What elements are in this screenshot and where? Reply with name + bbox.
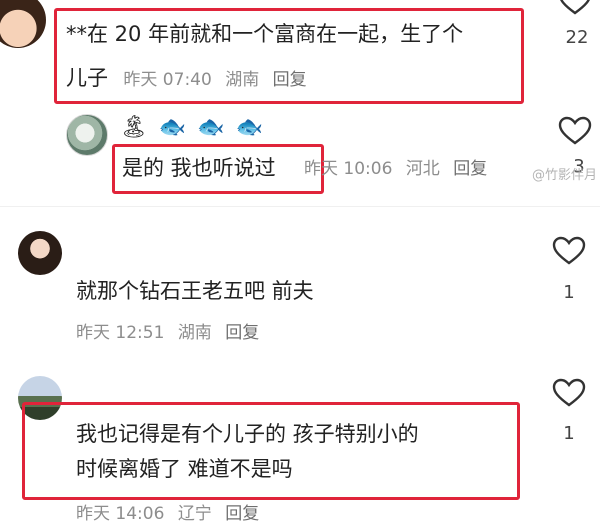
reply-button[interactable]: 回复 [453,159,487,179]
watermark: @竹影伴月 [532,168,598,183]
user-avatar[interactable] [18,231,62,275]
heart-icon[interactable] [552,236,586,266]
reply-button[interactable]: 回复 [225,504,259,524]
comment-text: 我也记得是有个儿子的 孩子特别小的 [76,422,419,446]
comment-location: 湖南 [177,323,212,343]
comment-time: 昨天 07:40 [123,70,212,90]
comment-meta: 昨天 14:06 辽宁 回复 [76,503,267,525]
reply-button[interactable]: 回复 [273,70,307,90]
like-count: 22 [565,27,589,48]
comment-location: 湖南 [225,70,260,90]
comment-time: 昨天 10:06 [304,159,393,179]
heart-icon[interactable] [552,378,586,408]
comment-location: 河北 [405,159,440,179]
comment-text: 是的 我也听说过 [122,156,276,180]
user-avatar[interactable] [0,0,46,48]
emoji-row: 🏝 🐟 🐟 🐟 [120,115,266,140]
like-count: 1 [563,282,575,303]
heart-icon[interactable] [558,116,592,146]
comment-meta: 昨天 12:51 湖南 回复 [76,322,267,344]
comment-text-continued: 儿子 [66,66,108,90]
comment-time: 昨天 14:06 [76,504,165,524]
comment-text-continued: 时候离婚了 难道不是吗 [76,457,293,481]
user-avatar[interactable] [66,114,108,156]
comment-time: 昨天 12:51 [76,323,165,343]
comment-meta: 儿子 昨天 07:40 湖南 回复 [66,62,315,95]
like-count: 1 [563,423,575,444]
comment-meta: 昨天 10:06 河北 回复 [304,158,495,180]
reply-button[interactable]: 回复 [225,323,259,343]
comment-location: 辽宁 [177,504,212,524]
heart-icon[interactable] [558,0,592,16]
comment-text: 就那个钻石王老五吧 前夫 [76,279,314,303]
comment-text: **在 20 年前就和一个富商在一起，生了个 [66,22,464,46]
divider [0,206,600,207]
